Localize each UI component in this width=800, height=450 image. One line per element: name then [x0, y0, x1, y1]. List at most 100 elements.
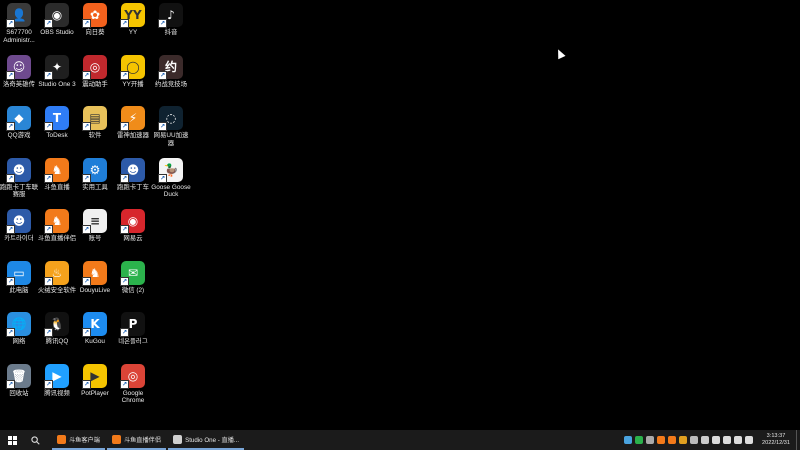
huorong-icon: ♨ ↗	[44, 260, 69, 286]
desktop-icon[interactable]: ♞ ↗ 斗鱼直播	[38, 155, 76, 207]
tray-network-icon[interactable]	[700, 436, 709, 444]
desktop-icon[interactable]: ▭ ↗ 此电脑	[0, 258, 38, 310]
desktop-icon[interactable]: 🌐 ↗ 网络	[0, 309, 38, 361]
desktop-icon-label: S677700 Administr...	[3, 29, 35, 44]
desktop-icon[interactable]: ☻ ↗ 跑跑卡丁车联赛服	[0, 155, 38, 207]
desktop-icon[interactable]: ♞ ↗ 斗鱼直播伴侣	[38, 206, 76, 258]
desktop-icon-label: 软件	[88, 132, 102, 139]
tray-mic-icon[interactable]	[722, 436, 731, 444]
desktop-icon[interactable]: ◉ ↗ 网易云	[114, 206, 152, 258]
shortcut-arrow-icon: ↗	[120, 225, 129, 234]
search-button[interactable]	[24, 430, 46, 450]
desktop-icon[interactable]: ♨ ↗ 火绒安全软件	[38, 258, 76, 310]
desktop-icon-label: 向日葵	[85, 29, 105, 36]
desktop-icon[interactable]: ◌ ↗ 网易UU加速器	[152, 103, 190, 155]
desktop-icon-grid: 👤 ↗ S677700 Administr... ◉ ↗ OBS Studio ✿ ↗ 向日葵 Y…	[0, 0, 191, 413]
desktop-icon[interactable]: ♞ ↗ DouyuLive	[76, 258, 114, 310]
desktop-icon[interactable]: K ↗ KuGou	[76, 309, 114, 361]
taskbar-app-label: Studio One - 直播...	[185, 436, 240, 444]
shortcut-arrow-icon: ↗	[44, 379, 53, 389]
tray-app-icon[interactable]	[656, 436, 665, 444]
taskbar: 斗鱼客户端 斗鱼直播伴侣 Studio One - 直播... 3:13:37 20…	[0, 430, 800, 450]
netease-music-icon: ◉ ↗	[120, 209, 145, 234]
desktop-icon-label: 回收站	[9, 389, 29, 397]
desktop-icon[interactable]: ≡ ↗ 账号	[76, 206, 114, 258]
desktop-icon-label: 洛奇英雄传	[3, 80, 35, 88]
desktop-icon[interactable]: P ↗ 네온플러그	[114, 309, 152, 361]
show-desktop-button[interactable]	[796, 430, 800, 450]
kugou-icon: K ↗	[82, 312, 107, 337]
desktop-icon[interactable]: ◎ ↗ Google Chrome	[114, 361, 152, 413]
desktop-icon-label: 账号	[88, 235, 102, 242]
taskbar-app-button[interactable]: Studio One - 直播...	[168, 430, 245, 450]
shortcut-arrow-icon: ↗	[82, 122, 91, 131]
clock-date: 2022/12/31	[762, 440, 790, 446]
shortcut-arrow-icon: ↗	[6, 173, 15, 183]
tray-wechat-icon[interactable]	[634, 436, 643, 444]
todesk-icon: T ↗	[44, 106, 69, 131]
desktop-icon[interactable]: ☻ ↗ 카트라이더	[0, 206, 38, 258]
empty-slot	[152, 206, 190, 258]
desktop-icon-label: KuGou	[85, 338, 105, 345]
desktop-icon-label: 腾讯QQ	[45, 338, 69, 345]
desktop-icon-label: 火绒安全软件	[37, 286, 77, 294]
desktop-icon-label: 网易UU加速器	[153, 132, 189, 147]
kartrider-icon: ☻ ↗	[6, 157, 31, 183]
desktop-icon[interactable]: ✿ ↗ 向日葵	[76, 0, 114, 52]
qq-icon: 🐧 ↗	[44, 312, 69, 337]
desktop-icon[interactable]: ▶ ↗ 腾讯视频	[38, 361, 76, 413]
desktop-icon[interactable]: 🗑 ↗ 回收站	[0, 361, 38, 413]
tray-app-icon[interactable]	[678, 436, 687, 444]
desktop-icon[interactable]: ◆ ↗ QQ游戏	[0, 103, 38, 155]
tray-ime-icon[interactable]	[744, 436, 753, 444]
shortcut-arrow-icon: ↗	[6, 70, 15, 80]
taskbar-app-button[interactable]: 斗鱼客户端	[52, 430, 105, 450]
desktop-icon[interactable]: ♪ ↗ 抖音	[152, 0, 190, 52]
yy-live-icon: ◯ ↗	[120, 54, 145, 80]
tray-cloud-icon[interactable]	[645, 436, 654, 444]
desktop-icon[interactable]: ⚙ ↗ 实用工具	[76, 155, 114, 207]
desktop-icon[interactable]: ⚡ ↗ 雷神加速器	[114, 103, 152, 155]
windows-logo-icon	[7, 435, 17, 445]
tray-app-icon[interactable]	[667, 436, 676, 444]
desktop-icon[interactable]: 👤 ↗ S677700 Administr...	[0, 0, 38, 52]
desktop-icon[interactable]: ✉ ↗ 微信 (2)	[114, 258, 152, 310]
shortcut-arrow-icon: ↗	[6, 19, 15, 28]
desktop-icon[interactable]: 约 ↗ 约战竞技场	[152, 52, 190, 104]
desktop-icon[interactable]: ☺ ↗ 洛奇英雄传	[0, 52, 38, 104]
desktop-icon[interactable]: ◉ ↗ OBS Studio	[38, 0, 76, 52]
shortcut-arrow-icon: ↗	[82, 225, 91, 234]
desktop-icon[interactable]: T ↗ ToDesk	[38, 103, 76, 155]
desktop-icon[interactable]: YY ↗ YY	[114, 0, 152, 52]
network-icon: 🌐 ↗	[6, 312, 31, 337]
shortcut-arrow-icon: ↗	[6, 122, 15, 131]
douyu-icon	[57, 434, 66, 444]
shortcut-arrow-icon: ↗	[44, 70, 53, 80]
tray-app-icon[interactable]	[689, 436, 698, 444]
desktop-icon[interactable]: ◎ ↗ 震动助手	[76, 52, 114, 104]
desktop-icon[interactable]: 🦆 ↗ Goose Goose Duck	[151, 155, 191, 207]
desktop-icon[interactable]: ▤ ↗ 软件	[76, 103, 114, 155]
tray-app-icon[interactable]	[623, 436, 632, 444]
desktop-icon-label: 微信 (2)	[121, 286, 145, 294]
clock-time: 3:13:37	[766, 433, 786, 439]
desktop-icon-label: YY开播	[122, 80, 144, 88]
desktop-icon[interactable]: ▶ ↗ PotPlayer	[76, 361, 114, 413]
desktop-icon-label: 约战竞技场	[155, 80, 187, 88]
admin-user-icon: 👤 ↗	[6, 3, 31, 28]
shortcut-arrow-icon: ↗	[82, 379, 91, 389]
desktop-icon[interactable]: 🐧 ↗ 腾讯QQ	[38, 309, 76, 361]
wechat-icon: ✉ ↗	[120, 260, 145, 286]
desktop-icon[interactable]: ◯ ↗ YY开播	[114, 52, 152, 104]
desktop-icon-label: 斗鱼直播	[44, 183, 70, 191]
shortcut-arrow-icon: ↗	[44, 173, 53, 183]
tray-volume-icon[interactable]	[733, 436, 742, 444]
start-button[interactable]	[0, 430, 24, 450]
chrome-icon: ◎ ↗	[120, 363, 145, 389]
taskbar-app-button[interactable]: 斗鱼直播伴侣	[106, 430, 167, 450]
desktop-icon[interactable]: ✦ ↗ Studio One 3	[38, 52, 76, 104]
tray-shield-icon[interactable]	[711, 436, 720, 444]
taskbar-apps: 斗鱼客户端 斗鱼直播伴侣 Studio One - 直播...	[50, 430, 245, 450]
desktop-icon[interactable]: ☻ ↗ 跑跑卡丁车	[114, 155, 152, 207]
clock[interactable]: 3:13:37 2022/12/31	[762, 433, 790, 447]
